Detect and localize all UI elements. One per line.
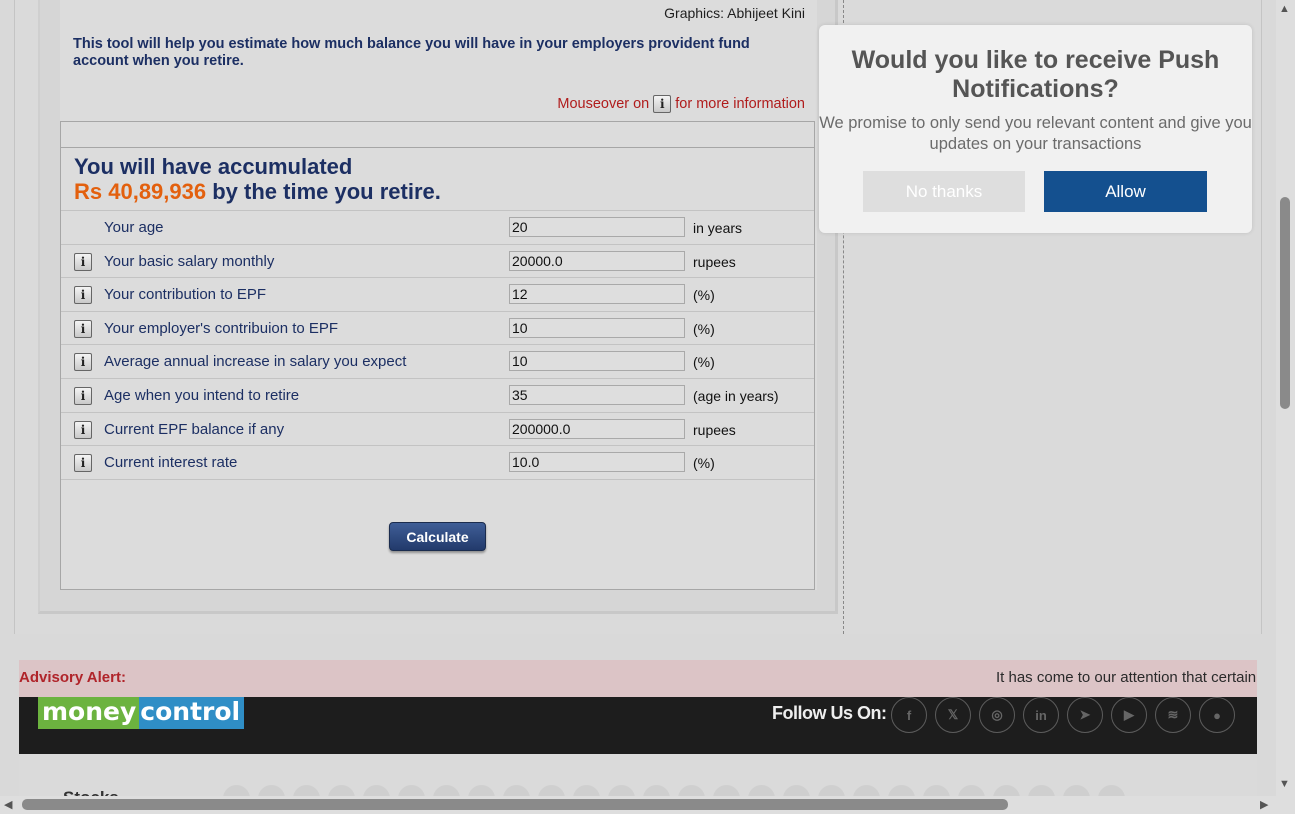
field-unit: rupees xyxy=(693,253,736,270)
info-icon[interactable]: i xyxy=(74,286,92,305)
field-label: Age when you intend to retire xyxy=(104,386,300,404)
scroll-right-arrow-icon[interactable]: ▶ xyxy=(1260,798,1268,811)
field-input[interactable] xyxy=(509,351,685,372)
info-icon[interactable]: i xyxy=(74,420,92,439)
scroll-left-arrow-icon[interactable]: ◀ xyxy=(4,798,12,811)
result-summary: You will have accumulated Rs 40,89,936 b… xyxy=(61,148,814,211)
horizontal-scrollbar[interactable]: ◀ ▶ xyxy=(0,796,1295,814)
moneycontrol-logo[interactable]: money control xyxy=(38,697,245,729)
info-icon[interactable]: i xyxy=(74,353,92,372)
result-suffix: by the time you retire. xyxy=(212,179,441,204)
graphics-credit: Graphics: Abhijeet Kini xyxy=(664,5,805,21)
input-row: i Average annual increase in salary you e… xyxy=(61,345,814,379)
input-row: i Your basic salary monthly rupees xyxy=(61,245,814,279)
field-input[interactable] xyxy=(509,250,685,271)
info-icon[interactable]: i xyxy=(74,252,92,271)
field-label: Average annual increase in salary you ex… xyxy=(104,353,407,371)
mouseover-hint: Mouseover on i for more information xyxy=(557,95,805,113)
field-input[interactable] xyxy=(509,384,685,405)
field-input[interactable] xyxy=(509,317,685,338)
epf-calculator: Graphics: Abhijeet Kini This tool will h… xyxy=(60,0,817,590)
advisory-alert-strip: Advisory Alert: It has come to our atten… xyxy=(19,660,1257,697)
field-input[interactable] xyxy=(509,418,685,439)
telegram-icon[interactable]: ➤ xyxy=(1067,697,1103,733)
field-input[interactable] xyxy=(509,284,685,305)
follow-us-label: Follow Us On: xyxy=(772,703,887,723)
horizontal-scroll-thumb[interactable] xyxy=(22,799,1008,810)
site-footer: money control Follow Us On: f 𝕏 ◎ in ➤ ▶ ≋ ● xyxy=(19,697,1257,754)
info-icon[interactable]: i xyxy=(74,319,92,338)
input-row: i Current EPF balance if any rupees xyxy=(61,413,814,447)
field-unit: rupees xyxy=(693,421,736,438)
scroll-down-arrow-icon[interactable]: ▼ xyxy=(1279,778,1290,790)
rss-icon[interactable]: ≋ xyxy=(1155,697,1191,733)
box-header-bar xyxy=(61,122,814,148)
input-row: i Your employer's contribuion to EPF (%) xyxy=(61,312,814,346)
push-notification-dialog: Would you like to receive Push Notificat… xyxy=(819,25,1252,233)
info-icon: i xyxy=(653,95,672,113)
field-unit: (%) xyxy=(693,287,715,304)
field-unit: (%) xyxy=(693,354,715,371)
logo-text-control: control xyxy=(140,697,241,726)
field-label: Your contribution to EPF xyxy=(104,286,267,304)
input-row: i Current interest rate (%) xyxy=(61,446,814,480)
result-heading: You will have accumulated xyxy=(74,154,353,179)
field-label: Your age xyxy=(104,219,164,236)
chat-icon[interactable]: ● xyxy=(1199,697,1235,733)
calculator-box: You will have accumulated Rs 40,89,936 b… xyxy=(60,121,815,590)
mouseover-suffix: for more information xyxy=(675,96,805,112)
push-title: Would you like to receive Push Notificat… xyxy=(851,46,1220,103)
field-unit: (age in years) xyxy=(693,387,779,404)
field-label: Your basic salary monthly xyxy=(104,252,275,270)
input-rows: Your age in years i Your basic salary month… xyxy=(61,211,814,480)
field-input[interactable] xyxy=(509,217,685,237)
field-label: Current EPF balance if any xyxy=(104,420,285,438)
logo-text-money: money xyxy=(38,697,140,729)
field-label: Your employer's contribuion to EPF xyxy=(104,319,339,337)
linkedin-icon[interactable]: in xyxy=(1023,697,1059,733)
facebook-icon[interactable]: f xyxy=(891,697,927,733)
advisory-label: Advisory Alert: xyxy=(19,669,126,686)
vertical-scrollbar[interactable]: ▲ ▼ xyxy=(1276,0,1295,796)
push-description: We promise to only send you relevant con… xyxy=(819,114,1252,153)
mouseover-prefix: Mouseover on xyxy=(557,96,650,112)
youtube-icon[interactable]: ▶ xyxy=(1111,697,1147,733)
social-links: f 𝕏 ◎ in ➤ ▶ ≋ ● xyxy=(891,697,1235,733)
calculator-intro: This tool will help you estimate how muc… xyxy=(73,36,750,69)
field-unit: (%) xyxy=(693,320,715,337)
result-amount: Rs 40,89,936 xyxy=(74,179,207,204)
input-row: i Your contribution to EPF (%) xyxy=(61,278,814,312)
advisory-ticker-text[interactable]: It has come to our attention that certai… xyxy=(996,669,1257,686)
calculate-button[interactable]: Calculate xyxy=(389,522,486,551)
vertical-scroll-thumb[interactable] xyxy=(1280,197,1290,409)
allow-button[interactable]: Allow xyxy=(1044,171,1207,212)
stocks-index-strip: Stocks xyxy=(19,754,1257,812)
input-row: Your age in years xyxy=(61,211,814,245)
field-unit: in years xyxy=(693,220,743,236)
info-icon[interactable]: i xyxy=(74,454,92,473)
info-icon[interactable]: i xyxy=(74,386,92,405)
field-input[interactable] xyxy=(509,452,685,473)
instagram-icon[interactable]: ◎ xyxy=(979,697,1015,733)
scroll-up-arrow-icon[interactable]: ▲ xyxy=(1279,3,1290,15)
field-unit: (%) xyxy=(693,455,715,472)
field-label: Current interest rate xyxy=(104,454,238,472)
x-icon[interactable]: 𝕏 xyxy=(935,697,971,733)
input-row: i Age when you intend to retire (age in ye… xyxy=(61,379,814,413)
no-thanks-button[interactable]: No thanks xyxy=(863,171,1025,212)
